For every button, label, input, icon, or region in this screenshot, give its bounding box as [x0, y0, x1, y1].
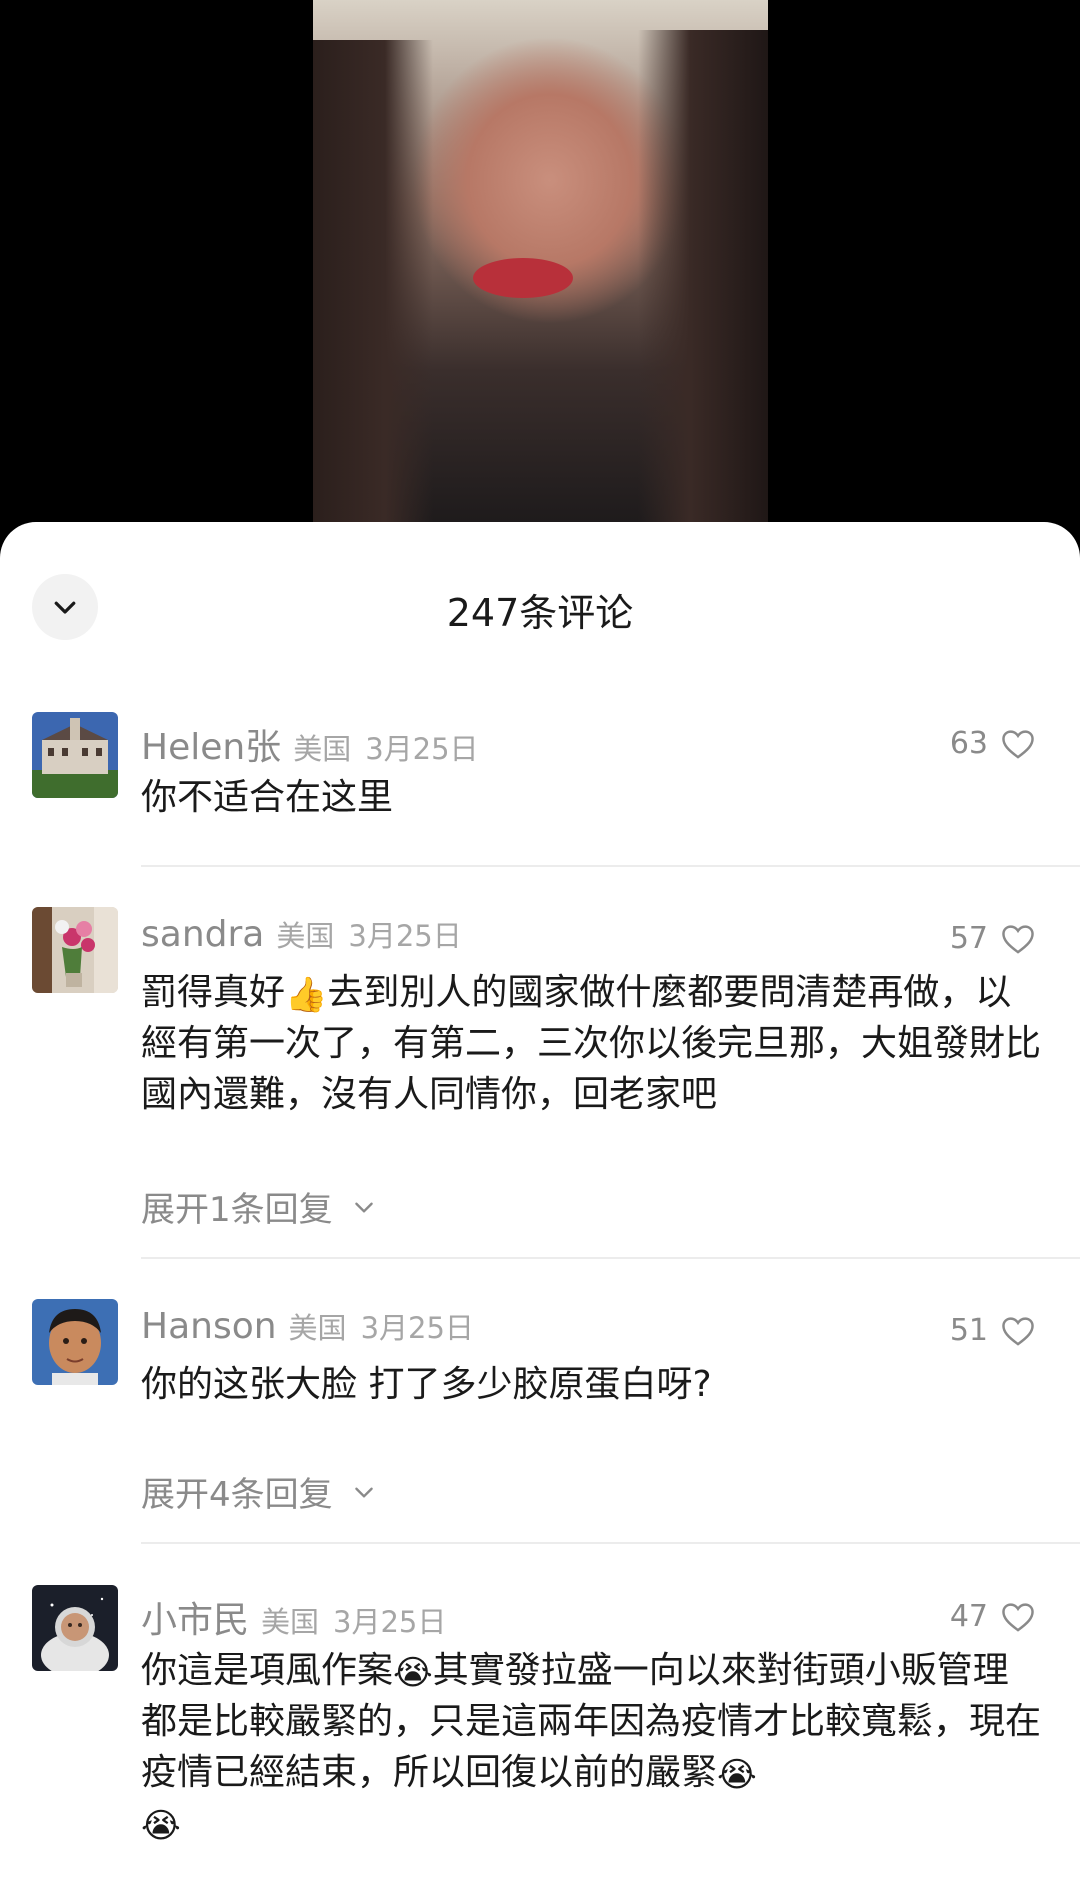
comment-region: 美国 [276, 919, 335, 953]
chevron-down-icon [354, 1202, 373, 1213]
like-button[interactable]: 47 [950, 1599, 1036, 1634]
comment-text: 你這是項風作案😭其實發拉盛一向以來對街頭小販管理都是比較嚴緊的，只是這兩年因為疫… [141, 1645, 1041, 1849]
comment-header: Hanson 美国 3月25日 [141, 1305, 488, 1355]
video-frame[interactable] [313, 0, 768, 530]
comment-header: Helen张 美国 3月25日 [141, 718, 493, 768]
heart-icon [1002, 924, 1034, 954]
crying-emoji-icon: 😭 [717, 1755, 757, 1795]
comment-text: 罰得真好👍去到別人的國家做什麼都要問清楚再做，以經有第一次了，有第二，三次你以後… [141, 967, 1041, 1120]
like-count: 47 [949, 1599, 988, 1634]
heart-icon [1002, 1316, 1034, 1346]
video-player[interactable] [0, 0, 1080, 560]
chevron-down-icon [354, 1487, 373, 1498]
expand-replies-label: 展开1条回复 [141, 1190, 333, 1230]
divider [141, 1257, 1080, 1259]
like-button[interactable]: 51 [950, 1313, 1036, 1348]
boy-avatar[interactable] [32, 1299, 118, 1385]
comment-text-part: 罰得真好 [141, 972, 286, 1013]
comment-region: 美国 [261, 1605, 320, 1639]
building-avatar[interactable] [32, 712, 118, 798]
comment-date: 3月25日 [348, 919, 462, 953]
expand-replies-button[interactable]: 展开1条回复 [141, 1182, 377, 1231]
comment-header: 小市民 美国 3月25日 [141, 1591, 460, 1641]
expand-replies-label: 展开4条回复 [141, 1475, 333, 1515]
flowers-avatar[interactable] [32, 907, 118, 993]
comment-author[interactable]: 小市民 [141, 1591, 249, 1643]
like-button[interactable]: 63 [950, 726, 1036, 761]
comment-date: 3月25日 [360, 1311, 474, 1345]
comment-date: 3月25日 [333, 1605, 447, 1639]
comment-author[interactable]: Helen张 [141, 718, 281, 770]
comments-sheet: 247条评论 Helen张 美国 3月25日 63 你不适合在这里 sandra… [0, 522, 1080, 1891]
comment-header: sandra 美国 3月25日 [141, 913, 476, 963]
divider [141, 1542, 1080, 1544]
comment-author[interactable]: sandra [141, 914, 264, 955]
video-content [313, 40, 433, 530]
comment-date: 3月25日 [365, 732, 479, 766]
comment-text: 你不适合在这里 [141, 777, 394, 818]
like-count: 51 [949, 1313, 988, 1348]
heart-icon [1002, 729, 1034, 759]
building-avatar-icon [32, 712, 118, 798]
heart-icon [1002, 1602, 1034, 1632]
thumbs-up-emoji-icon: 👍 [285, 975, 328, 1015]
comment-region: 美国 [288, 1311, 347, 1345]
video-content-2 [638, 30, 768, 530]
crying-emoji-icon: 😭 [141, 1806, 181, 1846]
comment-text-part: 你這是項風作案 [141, 1650, 394, 1691]
boy-avatar-icon [32, 1299, 118, 1385]
like-count: 63 [949, 726, 988, 761]
comment-text: 你的这张大脸 打了多少胶原蛋白呀? [141, 1364, 712, 1405]
astronaut-avatar[interactable] [32, 1585, 118, 1671]
divider [141, 865, 1080, 867]
video-content-3 [473, 258, 573, 298]
comment-author[interactable]: Hanson [141, 1306, 277, 1347]
comment-region: 美国 [293, 732, 352, 766]
like-count: 57 [949, 921, 988, 956]
crying-emoji-icon: 😭 [393, 1653, 433, 1693]
flowers-avatar-icon [32, 907, 118, 993]
comments-count-title: 247条评论 [446, 591, 634, 635]
like-button[interactable]: 57 [950, 921, 1036, 956]
expand-replies-button[interactable]: 展开4条回复 [141, 1467, 377, 1516]
astronaut-avatar-icon [32, 1585, 118, 1671]
